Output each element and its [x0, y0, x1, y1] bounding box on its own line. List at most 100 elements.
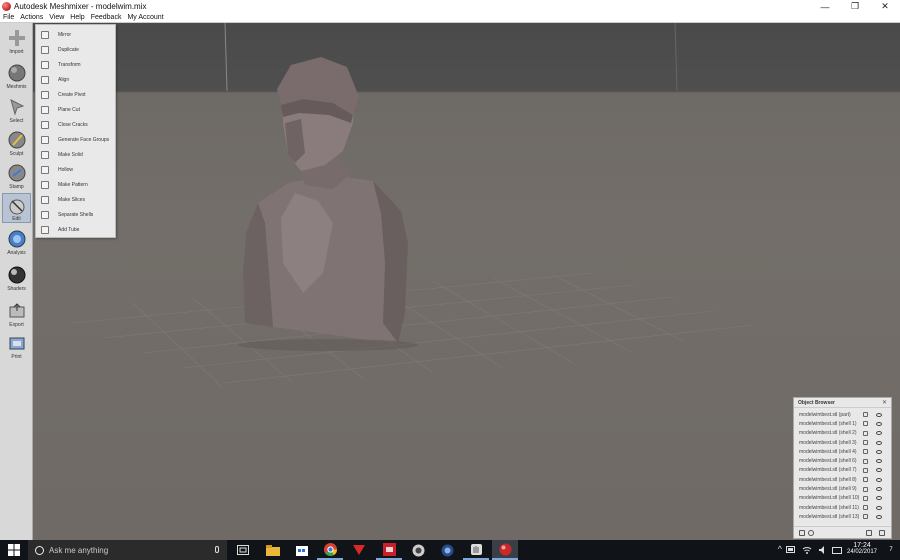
taskbar-app-globe[interactable]: [434, 540, 460, 560]
list-item[interactable]: modelwimbest.stl (shell 7): [794, 466, 891, 475]
edit-generate-face-groups[interactable]: Generate Face Groups: [36, 132, 117, 147]
microphone-icon[interactable]: [215, 546, 219, 553]
edit-make-solid[interactable]: Make Solid: [36, 147, 117, 162]
menu-actions[interactable]: Actions: [20, 14, 43, 21]
volume-icon[interactable]: [818, 545, 828, 555]
lock-icon[interactable]: [863, 458, 868, 464]
tool-print[interactable]: Print: [2, 331, 31, 361]
list-item[interactable]: modelwimbest.stl (shell 9): [794, 484, 891, 493]
tool-shaders[interactable]: Shaders: [2, 263, 31, 293]
sculpt-brush-icon: [7, 130, 27, 150]
edit-separate-shells[interactable]: Separate Shells: [36, 207, 117, 222]
tool-sculpt[interactable]: Sculpt: [2, 128, 31, 158]
tool-meshmix[interactable]: Meshmix: [2, 61, 31, 91]
edit-add-tube[interactable]: Add Tube: [36, 222, 117, 237]
tool-import[interactable]: Import: [2, 26, 31, 56]
menu-feedback[interactable]: Feedback: [91, 14, 122, 21]
edit-make-slices[interactable]: Make Slices: [36, 192, 117, 207]
eye-icon[interactable]: [876, 449, 882, 454]
wifi-icon[interactable]: [802, 545, 812, 555]
bust-model[interactable]: [238, 57, 418, 351]
lock-icon[interactable]: [863, 430, 868, 436]
lock-icon[interactable]: [863, 477, 868, 483]
eye-icon[interactable]: [876, 431, 882, 436]
trash-icon[interactable]: [879, 530, 885, 536]
edit-mirror[interactable]: Mirror: [36, 27, 117, 42]
taskbar-app-hand[interactable]: [463, 540, 489, 560]
options-icon[interactable]: [808, 530, 814, 536]
taskbar-task-view[interactable]: [230, 540, 256, 560]
object-browser-list[interactable]: modelwimbest.stl (part) modelwimbest.stl…: [794, 410, 891, 520]
clock[interactable]: 17:24 24/02/2017: [842, 542, 882, 555]
chevron-up-icon[interactable]: ^: [778, 544, 782, 554]
lock-icon[interactable]: [863, 412, 868, 418]
edit-close-cracks-label: Close Cracks: [58, 121, 88, 128]
lock-icon[interactable]: [863, 486, 868, 492]
edit-duplicate[interactable]: Duplicate: [36, 42, 117, 57]
lock-icon[interactable]: [863, 505, 868, 511]
list-item[interactable]: modelwimbest.stl (shell 10): [794, 494, 891, 503]
add-object-icon[interactable]: [799, 530, 805, 536]
maximize-button[interactable]: ❐: [840, 0, 870, 13]
edit-align[interactable]: Align: [36, 72, 117, 87]
eye-icon[interactable]: [876, 440, 882, 445]
taskbar-app-red-arrow[interactable]: [346, 540, 372, 560]
taskbar-app-swirl[interactable]: [405, 540, 431, 560]
taskbar-solidworks[interactable]: [376, 540, 402, 560]
menu-my-account[interactable]: My Account: [127, 14, 163, 21]
object-browser-close-button[interactable]: ✕: [882, 399, 887, 406]
edit-hollow[interactable]: Hollow: [36, 162, 117, 177]
list-item[interactable]: modelwimbest.stl (shell 11): [794, 503, 891, 512]
list-item[interactable]: modelwimbest.stl (shell 13): [794, 512, 891, 520]
eye-icon[interactable]: [876, 421, 882, 426]
eye-icon[interactable]: [876, 514, 882, 519]
menu-file[interactable]: File: [3, 14, 14, 21]
edit-transform[interactable]: Transform: [36, 57, 117, 72]
keyboard-icon[interactable]: [832, 545, 842, 555]
tool-stamp[interactable]: Stamp: [2, 161, 31, 191]
edit-close-cracks[interactable]: Close Cracks: [36, 117, 117, 132]
tool-edit[interactable]: Edit: [2, 193, 31, 223]
notifications-button[interactable]: 7: [885, 543, 897, 557]
edit-plane-cut[interactable]: Plane Cut: [36, 102, 117, 117]
lock-icon[interactable]: [863, 449, 868, 455]
list-item[interactable]: modelwimbest.stl (shell 2): [794, 429, 891, 438]
battery-icon[interactable]: [786, 546, 796, 553]
tool-select[interactable]: Select: [2, 95, 31, 125]
list-item[interactable]: modelwimbest.stl (shell 4): [794, 447, 891, 456]
eye-icon[interactable]: [876, 459, 882, 464]
menu-help[interactable]: Help: [70, 14, 84, 21]
minimize-button[interactable]: —: [810, 0, 840, 13]
search-box[interactable]: Ask me anything: [28, 540, 227, 560]
taskbar-chrome[interactable]: [317, 540, 343, 560]
eye-icon[interactable]: [876, 496, 882, 501]
menu-view[interactable]: View: [49, 14, 64, 21]
list-item[interactable]: modelwimbest.stl (shell 6): [794, 456, 891, 465]
taskbar-file-explorer[interactable]: [260, 540, 286, 560]
3d-viewport[interactable]: [33, 23, 900, 540]
eye-icon[interactable]: [876, 505, 882, 510]
list-item[interactable]: modelwimbest.stl (part): [794, 410, 891, 419]
tool-export[interactable]: Export: [2, 299, 31, 329]
lock-icon[interactable]: [863, 421, 868, 427]
lock-icon[interactable]: [863, 467, 868, 473]
list-item[interactable]: modelwimbest.stl (shell 3): [794, 438, 891, 447]
eye-icon[interactable]: [876, 468, 882, 473]
eye-icon[interactable]: [876, 487, 882, 492]
lock-icon[interactable]: [863, 514, 868, 520]
close-button[interactable]: ✕: [870, 0, 900, 13]
edit-make-pattern[interactable]: Make Pattern: [36, 177, 117, 192]
edit-create-pivot[interactable]: Create Pivot: [36, 87, 117, 102]
taskbar-meshmixer[interactable]: [492, 540, 518, 560]
edit-align-label: Align: [58, 76, 70, 83]
lock-icon[interactable]: [863, 440, 868, 446]
start-button[interactable]: [0, 540, 28, 560]
tool-analysis[interactable]: Analysis: [2, 227, 31, 257]
eye-icon[interactable]: [876, 477, 882, 482]
eye-icon[interactable]: [876, 412, 882, 417]
list-item[interactable]: modelwimbest.stl (shell 1): [794, 419, 891, 428]
combine-icon[interactable]: [866, 530, 872, 536]
lock-icon[interactable]: [863, 495, 868, 501]
list-item[interactable]: modelwimbest.stl (shell 8): [794, 475, 891, 484]
taskbar-store[interactable]: [289, 540, 315, 560]
